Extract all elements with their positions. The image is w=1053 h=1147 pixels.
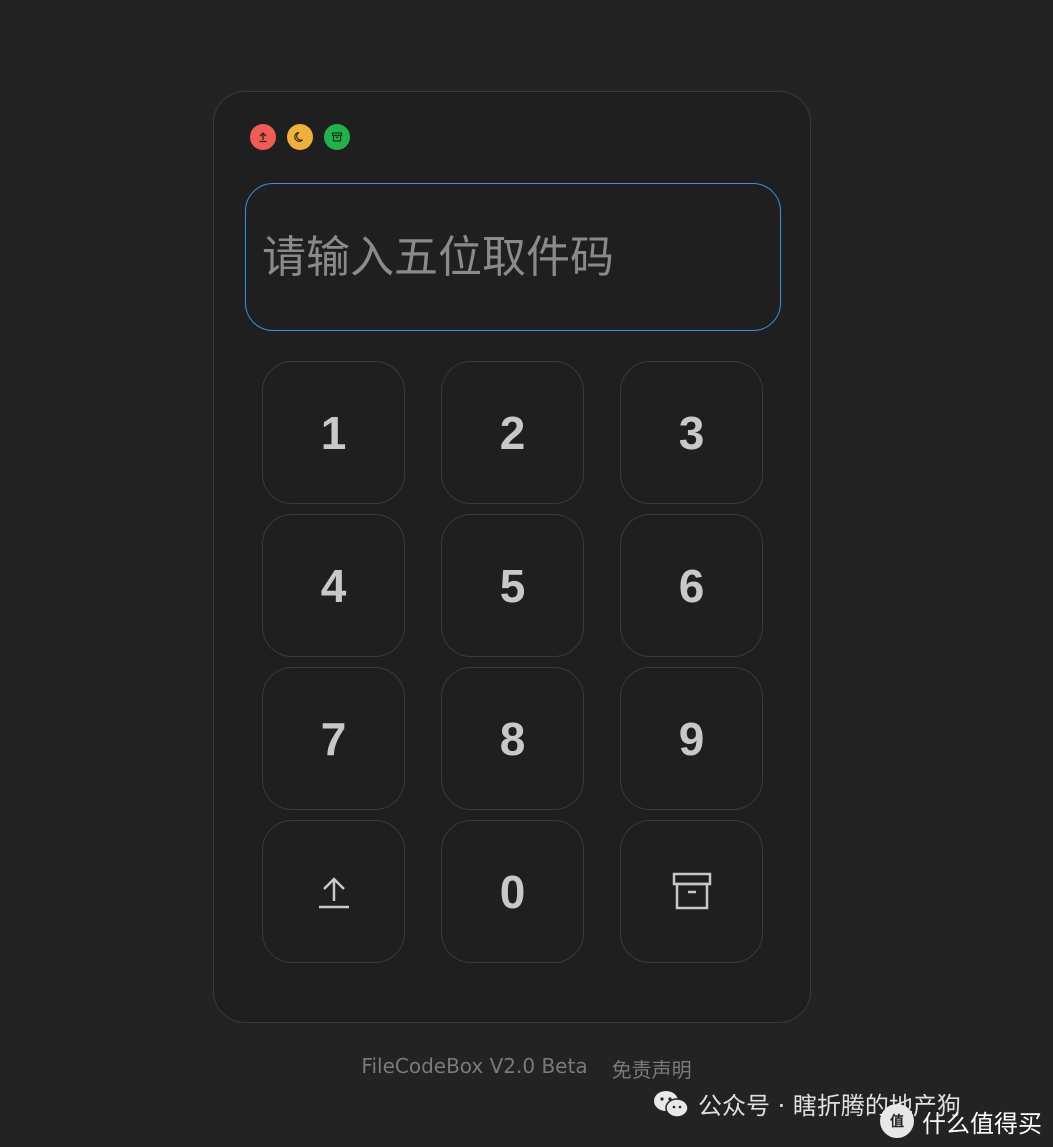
archive-icon (672, 872, 711, 909)
upload-key-button[interactable] (262, 820, 405, 963)
svg-text:值: 值 (890, 1113, 904, 1130)
key-1[interactable]: 1 (262, 361, 405, 504)
keypad: 1 2 3 4 5 6 7 8 9 0 (262, 361, 764, 963)
key-6[interactable]: 6 (620, 514, 763, 657)
moon-icon (294, 131, 303, 142)
key-2[interactable]: 2 (441, 361, 584, 504)
version-link[interactable]: FileCodeBox V2.0 Beta (361, 1054, 587, 1083)
wechat-icon (654, 1090, 689, 1118)
disclaimer-link[interactable]: 免责声明 (612, 1054, 692, 1083)
key-3[interactable]: 3 (620, 361, 763, 504)
archive-key-button[interactable] (620, 820, 763, 963)
watermark-brand-text: 什么值得买 (922, 1110, 1042, 1138)
upload-dot-button[interactable] (250, 124, 276, 150)
key-4[interactable]: 4 (262, 514, 405, 657)
archive-icon (331, 132, 343, 142)
footer: FileCodeBox V2.0 Beta 免责声明 (0, 1054, 1053, 1083)
window-controls (250, 124, 350, 150)
watermark: 公众号 · 瞎折腾的地产狗 (652, 1086, 961, 1121)
theme-dot-button[interactable] (287, 124, 313, 150)
page: 1 2 3 4 5 6 7 8 9 0 FileCodeBox V2.0 Bet… (0, 0, 1053, 1147)
archive-dot-button[interactable] (324, 124, 350, 150)
code-card: 1 2 3 4 5 6 7 8 9 0 (213, 91, 811, 1023)
upload-icon (259, 132, 267, 143)
key-7[interactable]: 7 (262, 667, 405, 810)
key-9[interactable]: 9 (620, 667, 763, 810)
pickup-code-input[interactable] (245, 183, 781, 331)
key-5[interactable]: 5 (441, 514, 584, 657)
key-8[interactable]: 8 (441, 667, 584, 810)
smzdm-logo-icon: 值 (880, 1104, 914, 1138)
key-0[interactable]: 0 (441, 820, 584, 963)
upload-icon (318, 876, 349, 908)
